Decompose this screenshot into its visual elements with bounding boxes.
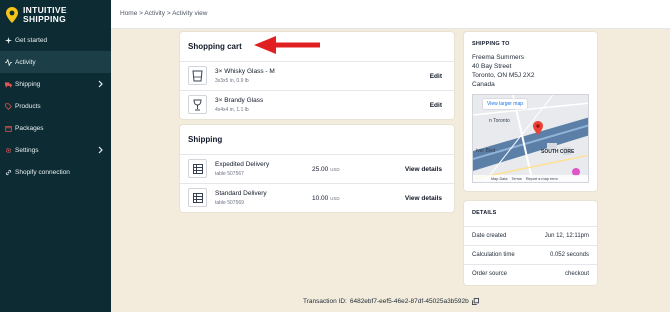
transaction-label: Transaction ID: [303, 298, 347, 305]
sidebar-nav: Get started Activity Shipping Products P… [0, 29, 111, 183]
shipping-card: Shipping Expedited Delivery table 507567… [180, 125, 454, 212]
shipping-address: Freema Summers 40 Bay Street Toronto, ON… [472, 53, 535, 89]
details-row: Date created Jun 12, 12:11pm [464, 226, 597, 245]
chevron-right-icon [98, 146, 103, 154]
shipping-option: Standard Delivery table 507569 10.00 USD… [180, 183, 454, 212]
transaction-value: 6482ebf7-eef5-46e2-87df-45025a3b592b [349, 298, 469, 305]
brand-name: INTUITIVE SHIPPING [23, 4, 67, 24]
breadcrumb-current: Activity view [172, 10, 208, 17]
details-card: DETAILS Date created Jun 12, 12:11pm Cal… [464, 201, 597, 285]
sidebar-item-label: Packages [15, 124, 44, 132]
table-icon [192, 163, 203, 174]
cart-item: 3× Whisky Glass - M 3x3x5 in, 0.9 lb Edi… [180, 61, 454, 90]
top-bar: Home > Activity > Activity view [111, 0, 670, 29]
currency-label: USD [330, 196, 340, 201]
sidebar-item-label: Products [15, 102, 41, 110]
link-icon [5, 169, 12, 175]
shipping-title: Shipping [188, 135, 223, 144]
map-label-south-core: SOUTH CORE [541, 149, 575, 155]
map-label-toronto: n Toronto [489, 118, 510, 124]
table-icon [192, 192, 203, 203]
details-title: DETAILS [472, 210, 497, 216]
address-city: Toronto, ON M5J 2X2 [472, 72, 535, 79]
details-label: Calculation time [472, 252, 515, 258]
cart-item-name: 3× Brandy Glass [215, 97, 264, 104]
sidebar-item-packages[interactable]: Packages [0, 117, 111, 139]
activity-icon [5, 58, 12, 66]
address-country: Canada [472, 81, 495, 88]
shipping-option-name: Standard Delivery [215, 190, 267, 197]
view-larger-map-button[interactable]: View larger map [483, 99, 528, 109]
details-label: Order source [472, 271, 508, 277]
map-data-label: Map Data [491, 176, 508, 181]
whisky-glass-icon [192, 70, 203, 81]
view-details-button[interactable]: View details [405, 195, 442, 202]
view-details-button[interactable]: View details [405, 166, 442, 173]
shipping-option-price: 10.00 USD [312, 195, 340, 202]
cart-item: 3× Brandy Glass 4x4x4 in, 1.1 lb Edit [180, 90, 454, 119]
tag-icon [5, 102, 12, 110]
embedded-map[interactable]: View larger map n Toronto iver Blvd SOUT… [472, 94, 589, 183]
product-thumbnail [188, 66, 207, 85]
details-row: Calculation time 0.052 seconds [464, 245, 597, 264]
sidebar-item-shipping[interactable]: Shipping [0, 73, 111, 95]
breadcrumb-separator: > [166, 10, 171, 17]
cart-item-name: 3× Whisky Glass - M [215, 68, 275, 75]
sidebar-item-shopify-connection[interactable]: Shopify connection [0, 161, 111, 183]
map-footer: Map Data Terms Report a map error [473, 175, 588, 182]
copy-icon[interactable] [471, 298, 479, 305]
shipping-option: Expedited Delivery table 507567 25.00 US… [180, 154, 454, 183]
details-label: Date created [472, 233, 507, 239]
shipping-option-table: table 507569 [215, 200, 244, 206]
breadcrumb-activity[interactable]: Activity [144, 10, 165, 17]
brand-logo[interactable]: INTUITIVE SHIPPING [0, 0, 111, 29]
cart-item-dimensions: 3x3x5 in, 0.9 lb [215, 78, 249, 84]
sidebar-item-settings[interactable]: Settings [0, 139, 111, 161]
breadcrumb: Home > Activity > Activity view [120, 10, 207, 17]
product-thumbnail [188, 95, 207, 114]
edit-item-button[interactable]: Edit [430, 73, 442, 80]
box-icon [5, 125, 12, 132]
annotation-arrow-icon [254, 36, 320, 54]
breadcrumb-home[interactable]: Home [120, 10, 137, 17]
address-street: 40 Bay Street [472, 63, 512, 70]
map-terms-link[interactable]: Terms [511, 177, 521, 181]
truck-icon [5, 81, 12, 87]
cart-item-dimensions: 4x4x4 in, 1.1 lb [215, 107, 249, 113]
sidebar: INTUITIVE SHIPPING Get started Activity … [0, 0, 111, 312]
sidebar-item-label: Get started [15, 36, 48, 44]
currency-label: USD [330, 167, 340, 172]
sidebar-item-label: Activity [15, 58, 36, 66]
sidebar-item-get-started[interactable]: Get started [0, 29, 111, 51]
shopping-cart-title: Shopping cart [188, 42, 242, 51]
details-row: Order source checkout [464, 264, 597, 283]
sidebar-item-label: Shipping [15, 80, 41, 88]
gear-icon [5, 147, 12, 153]
edit-item-button[interactable]: Edit [430, 102, 442, 109]
recipient-name: Freema Summers [472, 54, 525, 61]
sidebar-item-products[interactable]: Products [0, 95, 111, 117]
details-value: Jun 12, 12:11pm [544, 233, 589, 239]
rate-table-thumbnail [188, 188, 207, 207]
sidebar-item-activity[interactable]: Activity [0, 51, 111, 73]
sidebar-item-label: Shopify connection [15, 168, 70, 176]
map-label-river: iver Blvd [476, 148, 496, 154]
shipping-option-price: 25.00 USD [312, 166, 340, 173]
details-value: checkout [564, 271, 589, 277]
shipping-option-table: table 507567 [215, 171, 244, 177]
shipping-option-name: Expedited Delivery [215, 161, 270, 168]
shipping-to-title: SHIPPING TO [472, 41, 510, 47]
spark-icon [5, 36, 12, 44]
details-value: 0.052 seconds [549, 252, 589, 258]
brandy-glass-icon [193, 99, 202, 110]
map-report-link[interactable]: Report a map error [526, 177, 558, 181]
transaction-id: Transaction ID: 6482ebf7-eef5-46e2-87df-… [303, 298, 479, 305]
map-pin-icon [533, 121, 543, 135]
rate-table-thumbnail [188, 159, 207, 178]
shipping-to-card: SHIPPING TO Freema Summers 40 Bay Street… [464, 32, 597, 191]
location-pin-icon [6, 6, 18, 23]
sidebar-item-label: Settings [15, 146, 39, 154]
chevron-right-icon [98, 80, 103, 88]
breadcrumb-separator: > [139, 10, 143, 17]
